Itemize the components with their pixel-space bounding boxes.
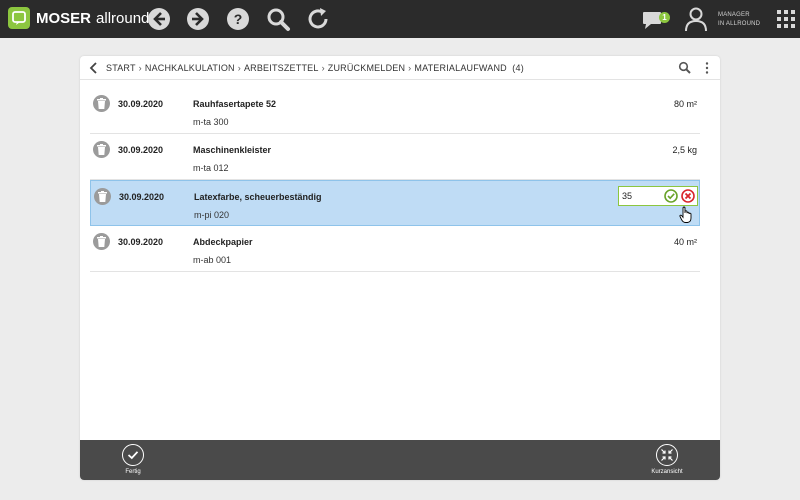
item-quantity[interactable]: 2,5 kg [672,145,697,155]
breadcrumb-item-zurueckmelden[interactable]: ZURÜCKMELDEN [328,63,405,73]
delete-button[interactable] [93,95,110,112]
item-code: m-ab 001 [193,255,232,265]
check-icon [122,444,144,466]
trash-icon [97,144,106,155]
breadcrumb-item-arbeitszettel[interactable]: ARBEITSZETTEL [244,63,319,73]
breadcrumb-item-materialaufwand: MATERIALAUFWAND [414,63,507,73]
breadcrumb-bar: START › NACHKALKULATION › ARBEITSZETTEL › ZURÜ… [80,56,720,80]
list-item-selected[interactable]: 30.09.2020 Latexfarbe, scheuerbeständig … [90,180,700,226]
breadcrumb-separator: › [321,63,325,73]
breadcrumb-item-start[interactable]: START [106,63,136,73]
moser-logo-icon [8,7,30,29]
item-date: 30.09.2020 [118,99,164,109]
item-quantity[interactable]: 80 m² [674,99,697,109]
breadcrumb-separator: › [138,63,142,73]
svg-text:?: ? [234,11,243,27]
done-label: Fertig [125,469,141,475]
material-list: 30.09.2020 Rauhfasertapete 52 m-ta 300 8… [90,88,700,272]
item-code: m-ta 012 [193,163,229,173]
item-date: 30.09.2020 [118,145,164,155]
user-role-line1: MANAGER [718,12,750,18]
main-panel: START › NACHKALKULATION › ARBEITSZETTEL › ZURÜ… [80,56,720,480]
brand-name: MOSER [36,10,92,27]
search-icon[interactable] [265,6,291,32]
list-item[interactable]: 30.09.2020 Abdeckpapier m-ab 001 40 m² [90,226,700,272]
user-role-label: MANAGER IN ALLROUND [718,11,760,29]
item-code: m-pi 020 [194,210,230,220]
breadcrumb-separator: › [408,63,412,73]
top-bar: MOSER allround ? 1 MANAGER IN ALLROUND [0,0,800,38]
quantity-input[interactable] [619,187,663,205]
delete-button[interactable] [93,233,110,250]
confirm-check-icon[interactable] [664,189,678,203]
compact-view-button[interactable]: Kurzansicht [637,444,697,478]
done-button[interactable]: Fertig [103,444,163,478]
chat-badge: 1 [659,12,670,23]
item-quantity[interactable]: 40 m² [674,237,697,247]
item-date: 30.09.2020 [118,237,164,247]
help-icon[interactable]: ? [225,6,251,32]
list-item[interactable]: 30.09.2020 Rauhfasertapete 52 m-ta 300 8… [90,88,700,134]
forward-icon[interactable] [185,6,211,32]
breadcrumb: START › NACHKALKULATION › ARBEITSZETTEL › ZURÜ… [106,63,524,73]
bottom-action-bar: Fertig Kurzansicht [80,440,720,480]
trash-icon [97,98,106,109]
app-brand: MOSER allround [36,10,149,27]
apps-grid-icon[interactable] [773,6,799,32]
brand-product: allround [96,10,150,27]
back-icon[interactable] [146,6,172,32]
item-name: Abdeckpapier [193,237,253,247]
trash-icon [98,191,107,202]
refresh-icon[interactable] [305,6,331,32]
quantity-editor [618,186,698,206]
chevron-left-icon[interactable] [88,62,100,74]
search-icon[interactable] [678,61,691,74]
more-vertical-icon[interactable] [704,61,710,75]
item-name: Latexfarbe, scheuerbeständig [194,192,322,202]
list-item[interactable]: 30.09.2020 Maschinenkleister m-ta 012 2,… [90,134,700,180]
hand-cursor-icon [679,206,692,223]
item-name: Rauhfasertapete 52 [193,99,277,109]
cancel-x-icon[interactable] [681,189,695,203]
breadcrumb-separator: › [237,63,241,73]
item-name: Maschinenkleister [193,145,272,155]
user-icon[interactable] [683,6,709,32]
trash-icon [97,236,106,247]
compact-view-label: Kurzansicht [651,469,683,475]
item-code: m-ta 300 [193,117,229,127]
delete-button[interactable] [93,141,110,158]
collapse-arrows-icon [656,444,678,466]
item-date: 30.09.2020 [119,192,165,202]
user-role-line2: IN ALLROUND [718,21,761,27]
breadcrumb-item-nachkalkulation[interactable]: NACHKALKULATION [145,63,235,73]
breadcrumb-count: (4) [512,63,524,73]
delete-button[interactable] [94,188,111,205]
